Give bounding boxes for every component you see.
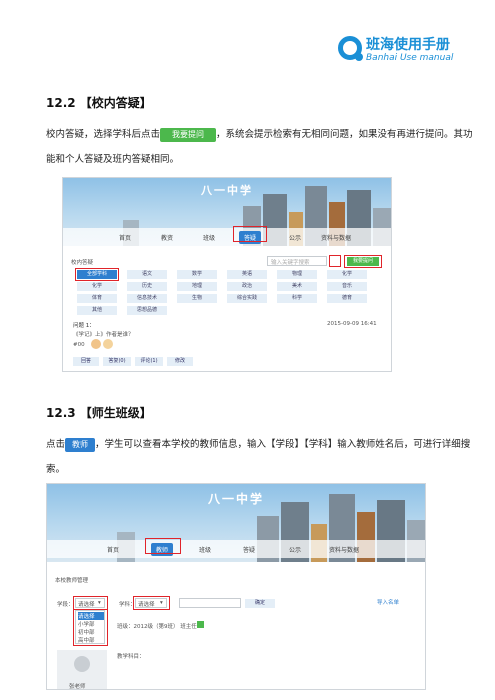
section-heading-12-3: 12.3 【师生班级】 — [46, 406, 152, 420]
screenshot-school-qa: 八一中学 首页 教资 班级 答疑 公示 资料与数据 校内答疑 输入关键字搜索 我… — [62, 177, 392, 372]
nav-home[interactable]: 首页 — [119, 233, 131, 242]
nav-class[interactable]: 班级 — [203, 233, 215, 242]
section1-paragraph-line2: 能和个人答疑及班内答疑相同。 — [46, 154, 180, 165]
avatar — [91, 339, 101, 349]
banhai-logo: 班海使用手册 Banhai Use manual — [338, 34, 478, 68]
nav-resources[interactable]: 资料与数据 — [329, 545, 359, 554]
comments-button[interactable]: 评论(1) — [135, 357, 163, 366]
nav-notice[interactable]: 公示 — [289, 545, 301, 554]
subject-item[interactable]: 德育 — [327, 294, 367, 303]
nav-qa[interactable]: 答疑 — [243, 545, 255, 554]
headteacher-icon — [197, 621, 204, 628]
highlight-subject-select — [133, 596, 170, 610]
school-name: 八一中学 — [201, 184, 253, 197]
ask-question-button[interactable]: 我要提问 — [160, 128, 217, 142]
highlight-stage-dropdown — [73, 609, 108, 646]
teacher-name-input[interactable] — [179, 598, 241, 608]
subject-item[interactable]: 其他 — [77, 306, 117, 315]
subject-item[interactable]: 体育 — [77, 294, 117, 303]
subject-item[interactable]: 英语 — [227, 270, 267, 279]
question-text[interactable]: 《学记》上》作者是谁？ — [73, 330, 134, 338]
subject-item[interactable]: 化学 — [77, 282, 117, 291]
nav-teaching[interactable]: 教资 — [161, 233, 173, 242]
nav-class[interactable]: 班级 — [199, 545, 211, 554]
highlight-nav-qa — [233, 226, 267, 242]
teacher-name[interactable]: 张老师 — [69, 682, 86, 689]
section2-paragraph: 点击 教师 ，学生可以查看本学校的教师信息，输入【学段】【学科】输入教师姓名后，可进… — [46, 438, 470, 452]
section-heading-12-2: 12.2 【校内答疑】 — [46, 96, 152, 110]
search-icon[interactable] — [329, 255, 341, 267]
subject-item[interactable]: 数学 — [177, 270, 217, 279]
subject-item[interactable]: 科学 — [277, 294, 317, 303]
question-title: 问题 1： — [73, 323, 95, 329]
banhai-logo-icon — [338, 36, 363, 61]
nav-bar: 首页 教资 班级 答疑 公示 资料与数据 — [63, 228, 391, 246]
edit-button[interactable]: 修改 — [167, 357, 193, 366]
section1-text-after: ，系统会提示检索有无相同问题，如果没有再进行提问。其功 — [216, 129, 473, 140]
section2-text-before: 点击 — [46, 439, 66, 450]
section2-text-after: ，学生可以查看本学校的教师信息，输入【学段】【学科】输入教师姓名后，可进行详细搜 — [95, 439, 471, 450]
answer-button[interactable]: 回答 — [73, 357, 99, 366]
confirm-button[interactable]: 确定 — [245, 599, 275, 608]
avatar — [103, 339, 113, 349]
subject-item[interactable]: 历史 — [127, 282, 167, 291]
subject-item[interactable]: 综合实践 — [227, 294, 267, 303]
highlight-stage-select — [73, 596, 108, 610]
nav-resources[interactable]: 资料与数据 — [321, 233, 351, 242]
panel-title: 校内答疑 — [71, 260, 94, 266]
teacher-button[interactable]: 教师 — [65, 438, 96, 452]
import-list-link[interactable]: 导入名单 — [377, 598, 399, 606]
section1-paragraph: 校内答疑，选择学科后点击 我要提问 ，系统会提示检索有无相同问题，如果没有再进行提问… — [46, 128, 473, 142]
subject-item[interactable]: 物理 — [277, 270, 317, 279]
subject-item[interactable]: 生物 — [177, 294, 217, 303]
teacher-class-info: 班级：2012级（第9班） 班主任 — [117, 624, 197, 630]
highlight-subject-all — [75, 268, 119, 281]
subject-item[interactable]: 美术 — [277, 282, 317, 291]
search-input[interactable]: 输入关键字搜索 — [267, 256, 327, 266]
subject-item[interactable]: 思想品德 — [127, 306, 167, 315]
screenshot-teachers: 八一中学 首页 教师 班级 答疑 公示 资料与数据 本校教师管理 学段： 请选择… — [46, 483, 426, 690]
section2-paragraph-line2: 索。 — [46, 464, 66, 475]
stage-label: 学段： — [57, 602, 74, 608]
subject-item[interactable]: 地理 — [177, 282, 217, 291]
section1-text-before: 校内答疑，选择学科后点击 — [46, 129, 161, 140]
highlight-ask-button — [344, 255, 382, 268]
subject-item[interactable]: 信息技术 — [127, 294, 167, 303]
subject-item[interactable]: 语文 — [127, 270, 167, 279]
subject-item[interactable]: 音乐 — [327, 282, 367, 291]
subject-item[interactable]: 政治 — [227, 282, 267, 291]
question-time: 2015-09-09 16:41 — [327, 321, 377, 327]
panel-title: 本校教师管理 — [55, 578, 89, 584]
nav-bar: 首页 教师 班级 答疑 公示 资料与数据 — [47, 540, 425, 558]
subject-item[interactable]: 化学 — [327, 270, 367, 279]
highlight-nav-teachers — [145, 538, 181, 554]
teacher-subject: 教学科目： — [117, 654, 145, 660]
nav-notice[interactable]: 公示 — [289, 233, 301, 242]
logo-chinese-text: 班海使用手册 — [366, 37, 450, 53]
school-name: 八一中学 — [207, 492, 264, 506]
question-meta: #00 — [73, 342, 85, 348]
replies-button[interactable]: 答复(0) — [103, 357, 131, 366]
logo-english-text: Banhai Use manual — [366, 53, 454, 63]
nav-home[interactable]: 首页 — [107, 545, 119, 554]
